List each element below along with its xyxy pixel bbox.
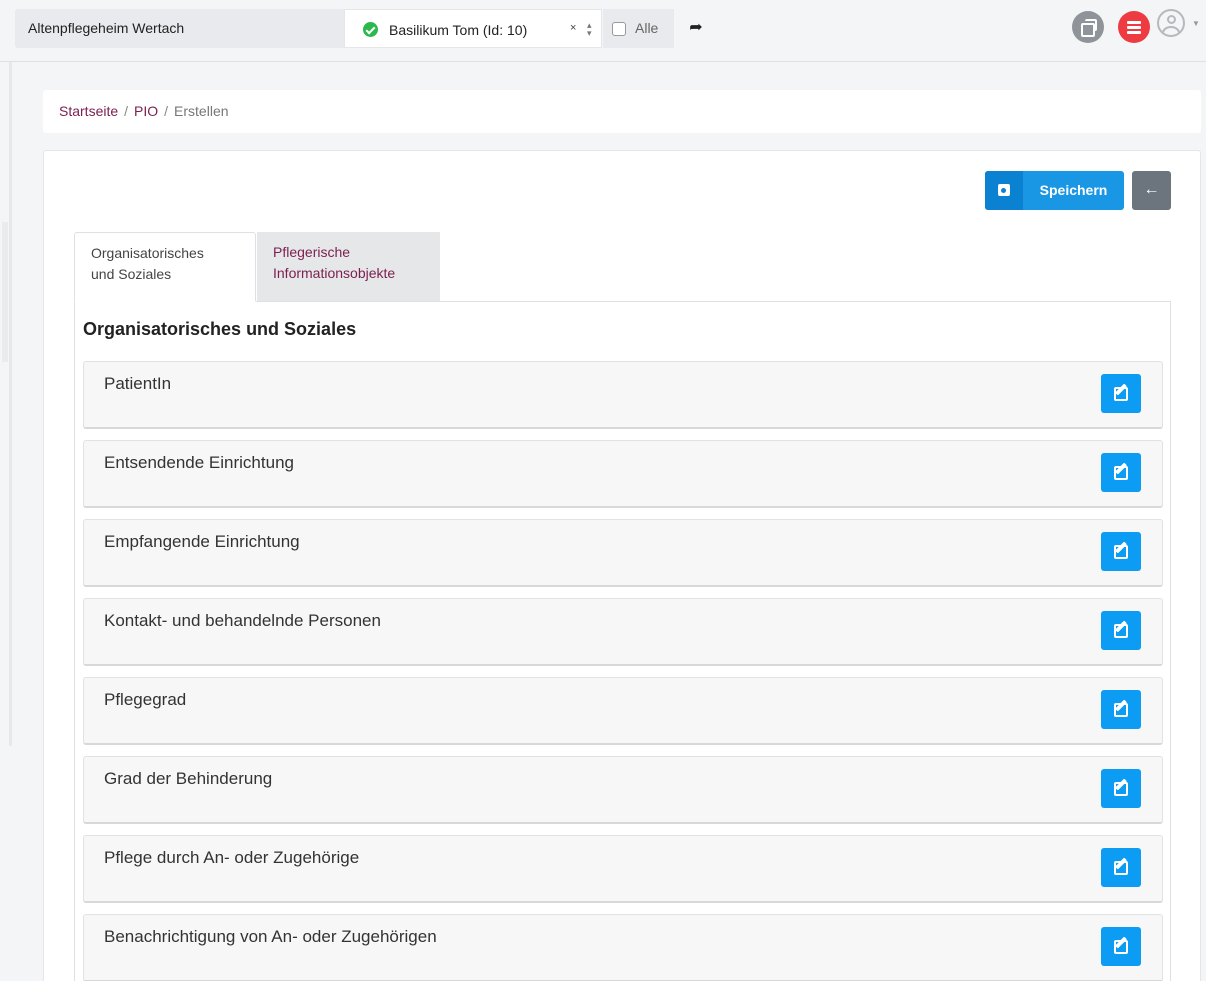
select-arrows-icon[interactable]: ▴ ▾ xyxy=(587,21,592,38)
back-button[interactable]: ← xyxy=(1132,171,1171,210)
breadcrumb-current: Erstellen xyxy=(174,103,229,119)
sidebar-edge xyxy=(9,62,12,746)
list-item: Kontakt- und behandelnde Personen xyxy=(83,598,1163,666)
item-label: Pflege durch An- oder Zugehörige xyxy=(104,848,360,867)
check-circle-icon xyxy=(363,22,378,37)
list-item: Pflegegrad xyxy=(83,677,1163,745)
tab-label-line: und Soziales xyxy=(91,266,172,282)
list-item: Pflege durch An- oder Zugehörige xyxy=(83,835,1163,903)
share-icon[interactable]: ➦ xyxy=(676,9,716,48)
user-icon[interactable] xyxy=(1157,9,1185,37)
sidebar-strip xyxy=(2,222,8,362)
tab-label-line: Informationsobjekte xyxy=(273,265,396,281)
list-item: Empfangende Einrichtung xyxy=(83,519,1163,587)
windows-icon[interactable] xyxy=(1072,11,1104,43)
section-title: Organisatorisches und Soziales xyxy=(83,319,357,339)
patient-name: Basilikum Tom (Id: 10) xyxy=(389,22,528,38)
edit-icon[interactable] xyxy=(1101,532,1141,571)
save-button[interactable]: Speichern xyxy=(985,171,1124,210)
item-label: Kontakt- und behandelnde Personen xyxy=(104,611,381,630)
item-label: Empfangende Einrichtung xyxy=(104,532,300,551)
alle-label: Alle xyxy=(635,20,659,36)
alle-toggle[interactable]: Alle xyxy=(603,9,674,48)
facility-selector[interactable]: Altenpflegeheim Wertach xyxy=(15,9,344,48)
tab-label-line: Pflegerische xyxy=(273,244,351,260)
breadcrumb: Startseite / PIO / Erstellen xyxy=(43,90,1201,133)
list-icon[interactable] xyxy=(1118,11,1150,43)
chevron-down-icon[interactable]: ▼ xyxy=(1192,19,1200,28)
main-card: Speichern ← Organisatorisches und Sozial… xyxy=(43,150,1201,981)
edit-icon[interactable] xyxy=(1101,453,1141,492)
edit-icon[interactable] xyxy=(1101,769,1141,808)
top-bar: Altenpflegeheim Wertach Basilikum Tom (I… xyxy=(0,0,1206,62)
floppy-disk-icon xyxy=(985,171,1023,210)
breadcrumb-pio[interactable]: PIO xyxy=(134,103,158,119)
list-item: Benachrichtigung von An- oder Zugehörige… xyxy=(83,914,1163,981)
tab-label-line: Organisatorisches xyxy=(91,245,204,261)
item-label: Grad der Behinderung xyxy=(104,769,273,788)
breadcrumb-separator: / xyxy=(164,103,169,119)
edit-icon[interactable] xyxy=(1101,927,1141,966)
list-item: PatientIn xyxy=(83,361,1163,429)
tab-pflegerische[interactable]: Pflegerische Informationsobjekte xyxy=(257,232,440,302)
list-item: Grad der Behinderung xyxy=(83,756,1163,824)
item-label: Benachrichtigung von An- oder Zugehörige… xyxy=(104,927,437,946)
item-label: PatientIn xyxy=(104,374,172,393)
edit-icon[interactable] xyxy=(1101,611,1141,650)
edit-icon[interactable] xyxy=(1101,848,1141,887)
item-label: Pflegegrad xyxy=(104,690,187,709)
save-button-label: Speichern xyxy=(1039,182,1108,198)
arrow-left-icon: ← xyxy=(1143,181,1160,198)
alle-checkbox[interactable] xyxy=(612,22,626,36)
tab-organisatorisches[interactable]: Organisatorisches und Soziales xyxy=(74,232,256,302)
breadcrumb-home[interactable]: Startseite xyxy=(59,103,118,119)
clear-selection-icon[interactable]: × xyxy=(570,22,576,34)
edit-icon[interactable] xyxy=(1101,690,1141,729)
edit-icon[interactable] xyxy=(1101,374,1141,413)
patient-select[interactable]: Basilikum Tom (Id: 10) × ▴ ▾ xyxy=(344,9,602,48)
breadcrumb-separator: / xyxy=(124,103,129,119)
item-label: Entsendende Einrichtung xyxy=(104,453,294,472)
list-item: Entsendende Einrichtung xyxy=(83,440,1163,508)
